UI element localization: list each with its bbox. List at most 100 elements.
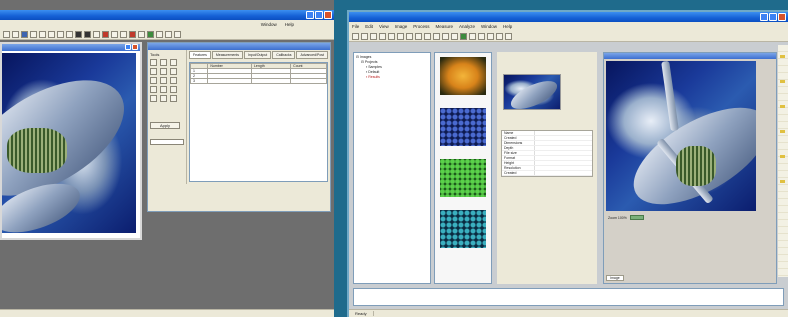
palette-swatch[interactable] xyxy=(780,155,785,158)
tree-item[interactable]: ▪ Results xyxy=(356,75,428,80)
jet-photo-large xyxy=(606,61,756,211)
menu-item-edit[interactable]: Edit xyxy=(365,24,373,29)
menu-item-analyze[interactable]: Analyze xyxy=(459,24,475,29)
tool-button[interactable] xyxy=(160,68,167,75)
right-toolbar xyxy=(349,31,788,42)
jet-photo xyxy=(2,53,136,233)
palette-swatch[interactable] xyxy=(780,80,785,83)
toolbar-button[interactable] xyxy=(478,32,485,40)
output-pane[interactable] xyxy=(353,288,784,306)
tool-button[interactable] xyxy=(170,95,177,102)
toolbar-button[interactable] xyxy=(156,30,163,38)
tool-button[interactable] xyxy=(170,68,177,75)
thumbnail-image[interactable] xyxy=(440,57,486,95)
tab-image[interactable]: Image xyxy=(606,275,624,281)
menu-item-image[interactable]: Image xyxy=(395,24,408,29)
tool-button[interactable] xyxy=(170,77,177,84)
toolbar-button[interactable] xyxy=(433,32,440,40)
zoom-button[interactable] xyxy=(629,215,644,220)
palette-swatch[interactable] xyxy=(780,105,785,108)
menu-item-window[interactable]: Window xyxy=(481,24,497,29)
tool-button[interactable] xyxy=(160,86,167,93)
toolbar-button[interactable] xyxy=(442,32,449,40)
toolbar-button[interactable] xyxy=(48,30,55,38)
thumbnail-image[interactable] xyxy=(440,159,486,197)
tool-button[interactable] xyxy=(150,59,157,66)
tool-button[interactable] xyxy=(160,59,167,66)
tool-button[interactable] xyxy=(150,68,157,75)
menu-item-help[interactable]: Help xyxy=(285,22,294,27)
tool-button[interactable] xyxy=(150,86,157,93)
toolbar-button[interactable] xyxy=(469,32,476,40)
tab-advanced[interactable]: Advanced/Post xyxy=(296,51,328,59)
thumbnail-image[interactable] xyxy=(440,210,486,248)
menu-item-view[interactable]: View xyxy=(379,24,389,29)
toolbar-button[interactable] xyxy=(147,30,154,38)
toolbar-button[interactable] xyxy=(406,32,413,40)
maximize-icon[interactable] xyxy=(769,13,777,21)
table-row[interactable]: 3 xyxy=(190,78,327,84)
toolbar-button[interactable] xyxy=(57,30,64,38)
toolbar-button[interactable] xyxy=(39,30,46,38)
tool-button[interactable] xyxy=(150,95,157,102)
close-icon[interactable] xyxy=(324,11,332,19)
minimize-icon[interactable] xyxy=(760,13,768,21)
toolbar-button[interactable] xyxy=(3,30,10,38)
toolbar-button[interactable] xyxy=(165,30,172,38)
menu-item-help[interactable]: Help xyxy=(503,24,512,29)
palette-swatch[interactable] xyxy=(780,130,785,133)
toolbar-button[interactable] xyxy=(12,30,19,38)
maximize-icon[interactable] xyxy=(315,11,323,19)
toolbar-button[interactable] xyxy=(30,30,37,38)
tool-button[interactable] xyxy=(160,95,167,102)
toolbar-button[interactable] xyxy=(397,32,404,40)
toolbar-button[interactable] xyxy=(460,32,467,40)
new-icon[interactable] xyxy=(352,32,359,40)
toolbar-button[interactable] xyxy=(75,30,82,38)
minimize-icon[interactable] xyxy=(306,11,314,19)
toolbar-button[interactable] xyxy=(496,32,503,40)
save-icon[interactable] xyxy=(370,32,377,40)
toolbar-button[interactable] xyxy=(21,30,28,38)
thumbnail-image[interactable] xyxy=(440,108,486,146)
toolbar-button[interactable] xyxy=(415,32,422,40)
tool-button[interactable] xyxy=(170,59,177,66)
toolbar-button[interactable] xyxy=(102,30,109,38)
toolbar-button[interactable] xyxy=(487,32,494,40)
toolbar-button[interactable] xyxy=(129,30,136,38)
toolbar-button[interactable] xyxy=(138,30,145,38)
toolbar-button[interactable] xyxy=(451,32,458,40)
tool-button[interactable] xyxy=(160,77,167,84)
tab-features[interactable]: Features xyxy=(189,51,211,59)
options-select[interactable] xyxy=(150,139,185,145)
apply-button[interactable]: Apply xyxy=(150,122,180,129)
close-icon[interactable] xyxy=(778,13,786,21)
toolbar-button[interactable] xyxy=(424,32,431,40)
tab-callbacks[interactable]: Callbacks xyxy=(272,51,296,59)
menu-item-measure[interactable]: Measure xyxy=(436,24,454,29)
tool-button[interactable] xyxy=(170,86,177,93)
toolbar-button[interactable] xyxy=(388,32,395,40)
menu-item-file[interactable]: File xyxy=(352,24,359,29)
toolbar-button[interactable] xyxy=(174,30,181,38)
tools-panel: Tools Apply xyxy=(148,50,186,184)
palette-strip xyxy=(778,45,788,277)
menu-item-process[interactable]: Process xyxy=(413,24,429,29)
toolbar-button[interactable] xyxy=(111,30,118,38)
palette-swatch[interactable] xyxy=(780,55,785,58)
palette-swatch[interactable] xyxy=(780,180,785,183)
print-icon[interactable] xyxy=(379,32,386,40)
tab-measurements[interactable]: Measurements xyxy=(211,51,243,59)
property-row[interactable]: Created xyxy=(502,171,592,176)
tab-input-output[interactable]: Input/Output xyxy=(244,51,272,59)
toolbar-button[interactable] xyxy=(93,30,100,38)
toolbar-button[interactable] xyxy=(66,30,73,38)
toolbar-button[interactable] xyxy=(505,32,512,40)
toolbar-button[interactable] xyxy=(84,30,91,38)
open-icon[interactable] xyxy=(361,32,368,40)
tool-button[interactable] xyxy=(150,77,157,84)
close-icon[interactable] xyxy=(132,44,138,50)
toolbar-button[interactable] xyxy=(120,30,127,38)
minimize-icon[interactable] xyxy=(125,44,131,50)
menu-item-window[interactable]: Window xyxy=(261,22,277,27)
